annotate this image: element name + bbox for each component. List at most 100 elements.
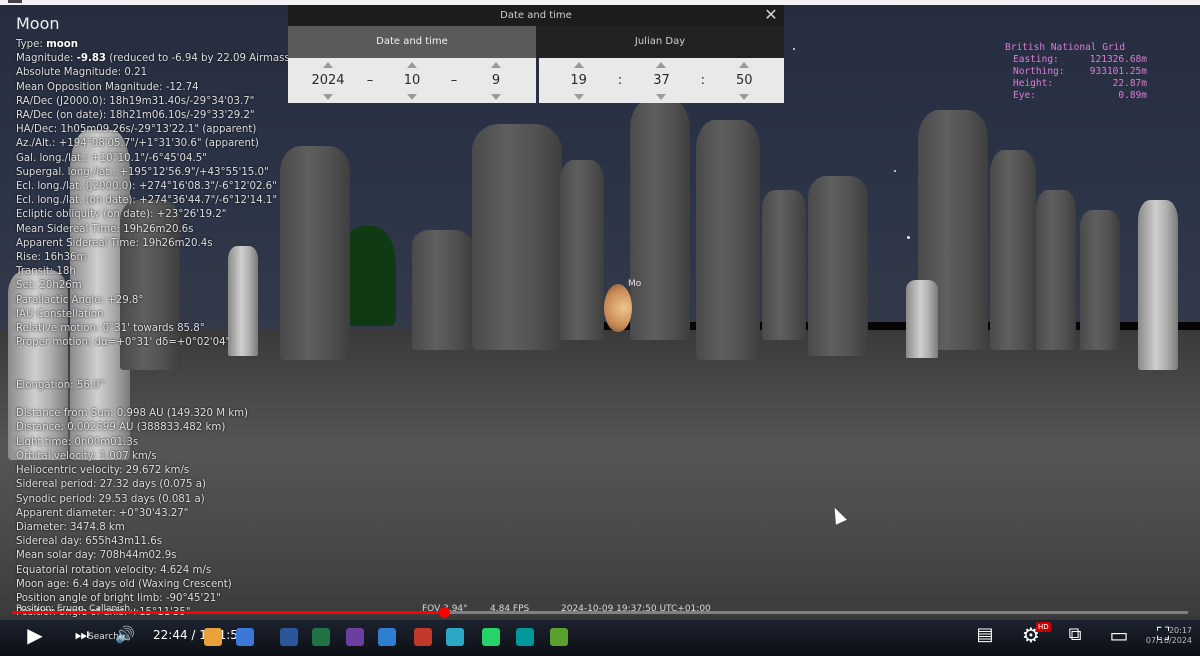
taskbar-search[interactable]: Search <box>88 632 119 642</box>
info-line-part: Mean Sidereal Time: 19h26m20.6s <box>16 223 194 235</box>
tab-julian-day[interactable]: Julian Day <box>536 26 784 58</box>
year-value[interactable]: 2024 <box>300 73 356 88</box>
decrement-day-arrow-icon[interactable] <box>491 94 501 100</box>
miniplayer-icon[interactable]: ⧉ <box>1062 614 1088 656</box>
info-line: Ecliptic obliquity (on date): +23°26'19.… <box>16 208 456 222</box>
info-line: Heliocentric velocity: 29.672 km/s <box>16 464 456 478</box>
progress-scrubber[interactable] <box>438 607 450 618</box>
info-line-part: Parallactic Angle: +29.8° <box>16 294 144 306</box>
decrement-minute-arrow-icon[interactable] <box>656 94 667 100</box>
window-top-edge <box>0 0 1200 5</box>
info-line-part: RA/Dec (J2000.0): 18h19m31.40s/-29°34'03… <box>16 95 255 107</box>
grid-title: British National Grid <box>1005 42 1126 53</box>
info-line-part: Gal. long./lat.: +10°10.1"/-6°45'04.5" <box>16 152 207 164</box>
increment-day-arrow-icon[interactable] <box>491 62 501 68</box>
taskbar-app-icon[interactable] <box>414 628 432 646</box>
taskbar-app-icon[interactable] <box>236 628 254 646</box>
hour-value[interactable]: 19 <box>551 73 607 88</box>
taskbar-app-icon[interactable] <box>482 628 500 646</box>
info-line: Orbital velocity: 1.007 km/s <box>16 450 456 464</box>
increment-second-arrow-icon[interactable] <box>739 62 750 68</box>
dialog-title-bar[interactable]: Date and time ✕ <box>288 5 784 26</box>
increment-month-arrow-icon[interactable] <box>407 62 417 68</box>
info-line <box>16 393 456 407</box>
subtitles-icon[interactable]: ▤ <box>972 614 998 656</box>
grid-row-value: 0.89m <box>1118 90 1147 101</box>
info-line: Sidereal period: 27.32 days (0.075 a) <box>16 478 456 492</box>
taskbar-app-icon[interactable] <box>312 628 330 646</box>
tab-date-and-time[interactable]: Date and time <box>288 26 536 58</box>
standing-stone <box>696 120 760 360</box>
date-time-dialog[interactable]: Date and time ✕ Date and time Julian Day… <box>288 5 784 103</box>
info-line-part: Magnitude: <box>16 53 77 65</box>
increment-year-arrow-icon[interactable] <box>323 62 333 68</box>
standing-stone <box>1036 190 1076 350</box>
info-line: Elongation: 56.0° <box>16 379 456 393</box>
taskbar-app-icon[interactable] <box>550 628 568 646</box>
info-line-part: Az./Alt.: +194°08'05.7"/+1°31'30.6" (app… <box>16 138 259 150</box>
video-player[interactable]: Mo Moon Type: moon Magnitude: -9.83 (redu… <box>0 0 1200 656</box>
year-spinbox[interactable]: 2024 <box>300 58 356 103</box>
taskbar-app-icon[interactable] <box>346 628 364 646</box>
decrement-second-arrow-icon[interactable] <box>739 94 750 100</box>
grid-row-value: 22.87m <box>1112 78 1147 89</box>
grid-row-value: 933101.25m <box>1089 66 1147 77</box>
day-value[interactable]: 9 <box>468 73 524 88</box>
second-spinbox[interactable]: 50 <box>716 58 772 103</box>
info-line: Distance from Sun: 0.998 AU (149.320 M k… <box>16 407 456 421</box>
second-value[interactable]: 50 <box>716 73 772 88</box>
date-fields: 2024 – 10 – 9 <box>288 58 536 103</box>
info-line <box>16 350 456 364</box>
theater-mode-icon[interactable]: ▭ <box>1106 614 1132 656</box>
close-icon[interactable]: ✕ <box>762 6 780 24</box>
info-line-part: Apparent Sidereal Time: 19h26m20.4s <box>16 237 213 249</box>
time-display: 22:44 / 1:01:55 <box>153 614 246 656</box>
taskbar-clock: 20:17 07/10/2024 <box>1142 626 1192 646</box>
info-line-part: moon <box>46 39 78 50</box>
taskbar-app-icon[interactable] <box>204 628 222 646</box>
window-menu-icon[interactable] <box>8 0 22 3</box>
info-line-part: Mean solar day: 708h44m02.9s <box>16 550 177 562</box>
decrement-hour-arrow-icon[interactable] <box>573 94 584 100</box>
info-line-part: Set: 20h26m <box>16 280 82 292</box>
info-line: Mean solar day: 708h44m02.9s <box>16 549 456 563</box>
taskbar-app-icon[interactable] <box>280 628 298 646</box>
taskbar-app-icon[interactable] <box>446 628 464 646</box>
decrement-year-arrow-icon[interactable] <box>323 94 333 100</box>
info-line: Apparent Sidereal Time: 19h26m20.4s <box>16 237 456 251</box>
info-line-part: Moon age: 6.4 days old (Waxing Crescent) <box>16 578 232 590</box>
grid-row-label: Height: <box>1013 78 1054 89</box>
play-icon[interactable]: ▶ <box>22 614 48 656</box>
decrement-month-arrow-icon[interactable] <box>407 94 417 100</box>
object-info-panel: Moon Type: moon Magnitude: -9.83 (reduced… <box>16 14 456 620</box>
info-line-part: Supergal. long./lat.: +195°12'56.9"/+43°… <box>16 166 269 178</box>
hour-spinbox[interactable]: 19 <box>551 58 607 103</box>
standing-stone <box>762 190 806 340</box>
info-line-part: Mean Opposition Magnitude: -12.74 <box>16 81 199 93</box>
month-spinbox[interactable]: 10 <box>384 58 440 103</box>
star <box>793 48 795 50</box>
grid-row: Northing: 933101.25m <box>1005 66 1147 78</box>
info-line-part: Equatorial rotation velocity: 4.624 m/s <box>16 564 212 576</box>
info-line-part: Ecliptic obliquity (on date): +23°26'19.… <box>16 209 227 221</box>
taskbar-app-icon[interactable] <box>516 628 534 646</box>
settings-icon[interactable]: ⚙ <box>1018 614 1044 656</box>
info-line: Moon age: 6.4 days old (Waxing Crescent) <box>16 578 456 592</box>
minute-value[interactable]: 37 <box>633 73 689 88</box>
day-spinbox[interactable]: 9 <box>468 58 524 103</box>
info-line: Diameter: 3474.8 km <box>16 521 456 535</box>
grid-row: Eye: 0.89m <box>1005 90 1147 102</box>
info-line-part: HA/Dec: 1h05m09.26s/-29°13'22.1" (appare… <box>16 124 257 136</box>
info-line-part: Heliocentric velocity: 29.672 km/s <box>16 465 190 477</box>
month-value[interactable]: 10 <box>384 73 440 88</box>
moon[interactable] <box>604 284 632 332</box>
info-line-part: Light time: 0h00m01.3s <box>16 436 139 448</box>
info-line-part: Synodic period: 29.53 days (0.081 a) <box>16 493 205 505</box>
increment-minute-arrow-icon[interactable] <box>656 62 667 68</box>
increment-hour-arrow-icon[interactable] <box>573 62 584 68</box>
progress-bar[interactable] <box>12 607 1188 618</box>
minute-spinbox[interactable]: 37 <box>633 58 689 103</box>
dialog-title: Date and time <box>500 10 572 21</box>
taskbar-app-icon[interactable] <box>378 628 396 646</box>
time-separator: : <box>700 73 706 88</box>
